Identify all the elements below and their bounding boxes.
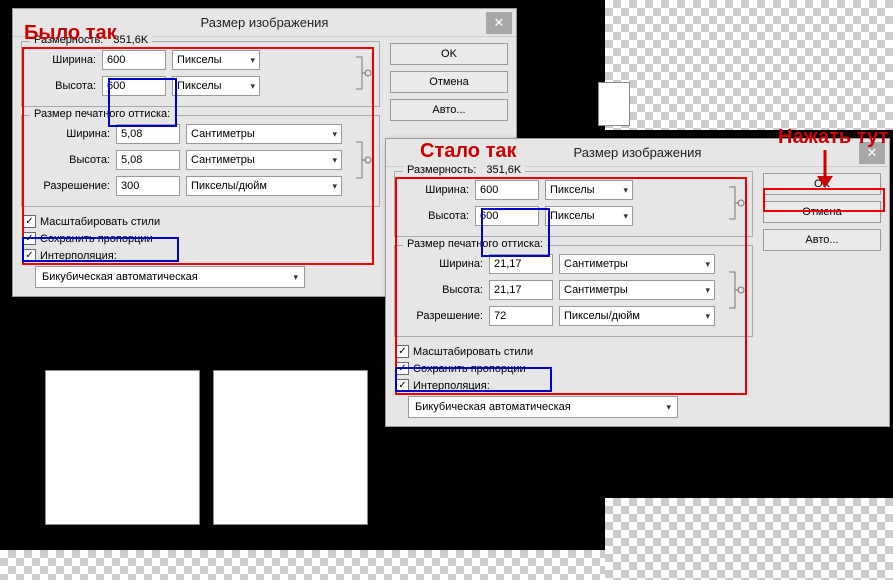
interpolation-checkbox[interactable]: ✓ [23, 249, 36, 262]
interpolation-checkbox[interactable]: ✓ [396, 379, 409, 392]
link-icon [353, 50, 371, 96]
link-icon [726, 180, 744, 226]
dimensions-label: Размерность: [34, 34, 103, 46]
print-width-input[interactable] [116, 124, 180, 144]
chevron-down-icon: ▾ [705, 259, 710, 270]
print-size-label: Размер печатного оттиска: [30, 108, 174, 120]
dialog-title: Размер изображения [201, 15, 329, 30]
titlebar: Размер изображения ✕ [13, 9, 516, 37]
constrain-checkbox[interactable]: ✓ [23, 232, 36, 245]
print-width-label: Ширина: [403, 258, 483, 270]
print-height-label: Высота: [403, 284, 483, 296]
scale-styles-label: Масштабировать стили [40, 216, 160, 228]
pixel-dimensions-group: Размерность:351,6K Ширина: Пикселы▾ Высо… [21, 41, 380, 107]
ok-button[interactable]: OK [763, 173, 881, 195]
print-width-unit-select[interactable]: Сантиметры▾ [186, 124, 342, 144]
print-size-label: Размер печатного оттиска: [403, 238, 547, 250]
link-icon [726, 254, 744, 326]
print-width-unit-select[interactable]: Сантиметры▾ [559, 254, 715, 274]
dialog-title: Размер изображения [574, 145, 702, 160]
constrain-label: Сохранить пропорции [40, 233, 153, 245]
interpolation-select[interactable]: Бикубическая автоматическая▾ [35, 266, 305, 288]
chevron-down-icon: ▾ [705, 285, 710, 296]
close-icon[interactable]: ✕ [486, 12, 512, 34]
print-height-unit-select[interactable]: Сантиметры▾ [186, 150, 342, 170]
print-height-input[interactable] [116, 150, 180, 170]
width-label: Ширина: [30, 54, 96, 66]
resolution-unit-select[interactable]: Пикселы/дюйм▾ [559, 306, 715, 326]
auto-button[interactable]: Авто... [390, 99, 508, 121]
resolution-unit-select[interactable]: Пикселы/дюйм▾ [186, 176, 342, 196]
pixel-width-unit-select[interactable]: Пикселы▾ [545, 180, 633, 200]
chevron-down-icon: ▾ [332, 155, 337, 166]
pixel-height-input[interactable] [102, 76, 166, 96]
resolution-input[interactable] [489, 306, 553, 326]
pixel-height-unit-select[interactable]: Пикселы▾ [545, 206, 633, 226]
chevron-down-icon: ▾ [250, 81, 255, 92]
chevron-down-icon: ▾ [332, 181, 337, 192]
scale-styles-label: Масштабировать стили [413, 346, 533, 358]
pixel-dimensions-group: Размерность:351,6K Ширина: Пикселы▾ Высо… [394, 171, 753, 237]
scale-styles-checkbox[interactable]: ✓ [23, 215, 36, 228]
titlebar: Размер изображения ✕ [386, 139, 889, 167]
resolution-input[interactable] [116, 176, 180, 196]
chevron-down-icon: ▾ [666, 402, 671, 413]
auto-button[interactable]: Авто... [763, 229, 881, 251]
chevron-down-icon: ▾ [705, 311, 710, 322]
chevron-down-icon: ▾ [623, 211, 628, 222]
width-label: Ширина: [403, 184, 469, 196]
print-height-label: Высота: [30, 154, 110, 166]
pixel-width-unit-select[interactable]: Пикселы▾ [172, 50, 260, 70]
constrain-checkbox[interactable]: ✓ [396, 362, 409, 375]
interpolation-label: Интерполяция: [413, 380, 490, 392]
link-icon [353, 124, 371, 196]
chevron-down-icon: ▾ [332, 129, 337, 140]
chevron-down-icon: ▾ [293, 272, 298, 283]
print-height-input[interactable] [489, 280, 553, 300]
print-size-group: Размер печатного оттиска: Ширина: Сантим… [21, 115, 380, 207]
dimensions-value: 351,6K [113, 34, 148, 46]
ok-button[interactable]: OK [390, 43, 508, 65]
interpolation-label: Интерполяция: [40, 250, 117, 262]
pixel-width-input[interactable] [475, 180, 539, 200]
chevron-down-icon: ▾ [250, 55, 255, 66]
height-label: Высота: [403, 210, 469, 222]
image-size-dialog-after: Размер изображения ✕ Размерность:351,6K … [385, 138, 890, 427]
print-width-label: Ширина: [30, 128, 110, 140]
dimensions-value: 351,6K [486, 164, 521, 176]
cancel-button[interactable]: Отмена [763, 201, 881, 223]
cancel-button[interactable]: Отмена [390, 71, 508, 93]
dimensions-label: Размерность: [407, 164, 476, 176]
chevron-down-icon: ▾ [623, 185, 628, 196]
print-size-group: Размер печатного оттиска: Ширина: Сантим… [394, 245, 753, 337]
pixel-width-input[interactable] [102, 50, 166, 70]
pixel-height-unit-select[interactable]: Пикселы▾ [172, 76, 260, 96]
close-icon[interactable]: ✕ [859, 142, 885, 164]
print-width-input[interactable] [489, 254, 553, 274]
resolution-label: Разрешение: [30, 180, 110, 192]
constrain-label: Сохранить пропорции [413, 363, 526, 375]
print-height-unit-select[interactable]: Сантиметры▾ [559, 280, 715, 300]
resolution-label: Разрешение: [403, 310, 483, 322]
pixel-height-input[interactable] [475, 206, 539, 226]
scale-styles-checkbox[interactable]: ✓ [396, 345, 409, 358]
height-label: Высота: [30, 80, 96, 92]
interpolation-select[interactable]: Бикубическая автоматическая▾ [408, 396, 678, 418]
